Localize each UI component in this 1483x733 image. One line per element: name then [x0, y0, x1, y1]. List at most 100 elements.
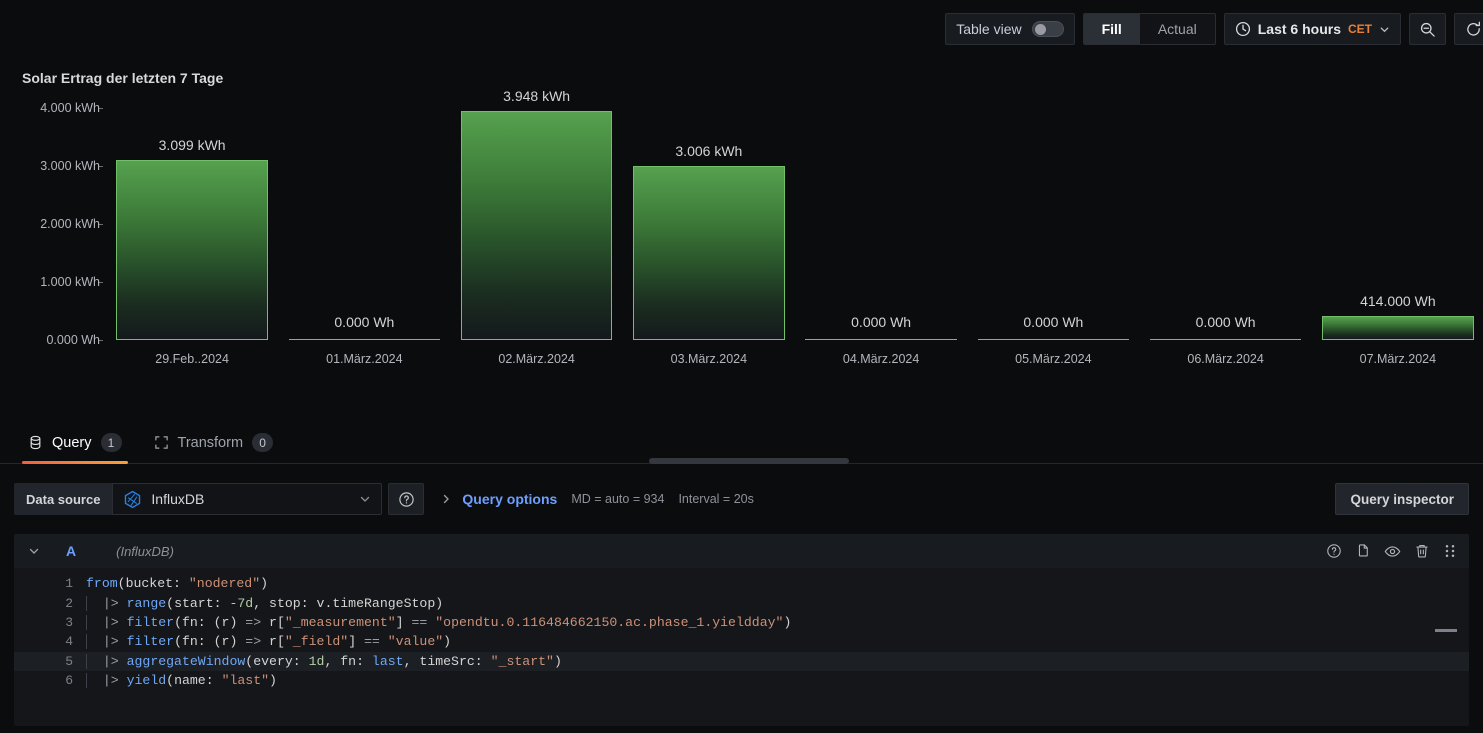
code-text: |> range(start: -7d, stop: v.timeRangeSt… [86, 595, 443, 611]
bar-value-label: 414.000 Wh [1360, 293, 1436, 309]
y-axis-tick-label: 1.000 kWh [40, 275, 100, 289]
query-row-actions [1326, 543, 1457, 560]
query-options[interactable]: Query options MD = auto = 934 Interval =… [440, 483, 1335, 515]
code-line[interactable]: 4 |> filter(fn: (r) => r["_field"] == "v… [14, 632, 1469, 651]
eye-icon[interactable] [1384, 543, 1401, 560]
bar-value-label: 0.000 Wh [1023, 314, 1084, 330]
bar[interactable] [460, 111, 613, 340]
y-axis-tick-label: 4.000 kWh [40, 101, 100, 115]
tab-query-label: Query [52, 434, 92, 451]
x-axis-tick-label: 02.März.2024 [498, 352, 575, 366]
clock-icon [1235, 21, 1251, 37]
query-row-header: A (InfluxDB) [14, 534, 1469, 568]
chart-horizontal-scrollbar[interactable] [649, 458, 849, 464]
zoom-out-icon [1419, 21, 1436, 38]
flux-code-editor[interactable]: 1 from(bucket: "nodered") 2 |> range(start… [14, 568, 1469, 726]
query-ref-id[interactable]: A [66, 543, 76, 559]
x-axis-tick-label: 29.Feb..2024 [155, 352, 229, 366]
code-text: |> filter(fn: (r) => r["_field"] == "val… [86, 634, 451, 650]
data-source-label: Data source [14, 483, 113, 515]
bar-group[interactable]: 3.099 kWh 29.Feb..2024 [116, 88, 268, 388]
bar[interactable] [116, 160, 268, 340]
x-axis-tick-label: 04.März.2024 [842, 352, 920, 366]
bar-group[interactable]: 0.000 Wh 06.März.2024 [1149, 88, 1302, 388]
line-number: 6 [65, 673, 73, 689]
query-inspector-button[interactable]: Query inspector [1335, 483, 1469, 515]
data-source-help-button[interactable] [388, 483, 425, 515]
x-axis-tick-label: 06.März.2024 [1187, 352, 1264, 366]
copy-icon[interactable] [1355, 543, 1371, 559]
bar-value-label: 0.000 Wh [334, 314, 395, 330]
actual-option[interactable]: Actual [1140, 14, 1215, 44]
tab-query[interactable]: Query 1 [14, 433, 136, 464]
visualization-panel: Solar Ertrag der letzten 7 Tage 0.000 Wh… [0, 58, 1483, 464]
panel-toolbar: Table view Fill Actual Last 6 hours CET [0, 0, 1483, 58]
time-range-picker[interactable]: Last 6 hours CET [1223, 13, 1401, 45]
code-text: |> aggregateWindow(every: 1d, fn: last, … [86, 653, 562, 669]
y-axis-tick-label: 3.000 kWh [40, 159, 100, 173]
fill-option[interactable]: Fill [1083, 14, 1140, 44]
bar-group[interactable]: 414.000 Wh 07.März.2024 [1322, 88, 1474, 388]
zoom-out-button[interactable] [1409, 13, 1446, 45]
panel-title: Solar Ertrag der letzten 7 Tage [22, 70, 224, 86]
code-line[interactable]: 2 |> range(start: -7d, stop: v.timeRange… [14, 593, 1469, 612]
code-text: |> yield(name: "last") [86, 673, 277, 689]
code-text: from(bucket: "nodered") [86, 576, 269, 592]
bar-group[interactable]: 3.948 kWh 02.März.2024 [460, 88, 613, 388]
line-number: 2 [65, 595, 73, 611]
tab-transform-label: Transform [177, 434, 244, 451]
bar-group[interactable]: 0.000 Wh 04.März.2024 [805, 88, 957, 388]
bar[interactable] [288, 339, 441, 340]
y-axis-tick-label: 0.000 Wh [46, 333, 100, 347]
timezone-label: CET [1348, 22, 1372, 36]
bar-group[interactable]: 0.000 Wh 05.März.2024 [977, 88, 1130, 388]
help-circle-icon [398, 491, 415, 508]
table-view-toggle-group[interactable]: Table view [945, 13, 1075, 45]
query-editor: A (InfluxDB) 1 from(bucket: "nodered") 2… [14, 534, 1469, 726]
fill-actual-segmented-control[interactable]: Fill Actual [1082, 13, 1216, 45]
query-datasource-note: (InfluxDB) [116, 543, 174, 559]
bar-chart[interactable]: 0.000 Wh 1.000 kWh 2.000 kWh 3.000 kWh 4.000… [14, 88, 1474, 388]
code-line[interactable]: 3 |> filter(fn: (r) => r["_measurement"]… [14, 613, 1469, 632]
bar-value-label: 0.000 Wh [1195, 314, 1256, 330]
code-line[interactable]: 1 from(bucket: "nodered") [14, 574, 1469, 593]
bar[interactable] [633, 165, 785, 340]
bar[interactable] [805, 339, 957, 340]
x-axis-tick-label: 01.März.2024 [326, 352, 403, 366]
line-number: 3 [65, 614, 73, 630]
chevron-down-icon[interactable] [28, 545, 40, 557]
help-circle-icon[interactable] [1326, 543, 1342, 559]
chevron-down-icon [359, 493, 371, 505]
code-line[interactable]: 6 |> yield(name: "last") [14, 671, 1469, 690]
drag-handle-icon[interactable] [1443, 543, 1457, 559]
plot-area: 3.099 kWh 29.Feb..2024 0.000 Wh 01.März.202… [106, 88, 1474, 388]
line-number: 5 [65, 653, 73, 669]
time-range-label: Last 6 hours [1257, 21, 1341, 37]
chevron-down-icon [1379, 24, 1390, 35]
interval-text: Interval = 20s [678, 492, 754, 506]
code-line[interactable]: 5 |> aggregateWindow(every: 1d, fn: last… [14, 651, 1469, 671]
x-axis-tick-label: 03.März.2024 [670, 352, 748, 366]
bar-value-label: 3.099 kWh [158, 137, 226, 154]
chevron-right-icon[interactable] [440, 493, 452, 505]
table-view-label: Table view [956, 21, 1022, 37]
refresh-button[interactable] [1454, 13, 1483, 45]
tab-transform[interactable]: Transform 0 [140, 433, 288, 463]
table-view-switch[interactable] [1031, 21, 1064, 37]
code-text: |> filter(fn: (r) => r["_measurement"] =… [86, 614, 791, 630]
query-options-label[interactable]: Query options [462, 491, 557, 507]
max-data-points-text: MD = auto = 934 [571, 492, 665, 506]
bar-value-label: 0.000 Wh [851, 314, 912, 330]
bar[interactable] [977, 339, 1130, 340]
bar[interactable] [1149, 339, 1302, 340]
bar[interactable] [1322, 316, 1474, 340]
x-axis-tick-label: 07.März.2024 [1359, 352, 1437, 366]
bar-group[interactable]: 0.000 Wh 01.März.2024 [288, 88, 441, 388]
refresh-icon [1465, 21, 1482, 38]
bar-group[interactable]: 3.006 kWh 03.März.2024 [633, 88, 785, 388]
bar-value-label: 3.948 kWh [503, 88, 571, 105]
database-icon [28, 435, 43, 450]
trash-icon[interactable] [1414, 543, 1430, 559]
y-axis-tick-label: 2.000 kWh [40, 217, 100, 231]
data-source-select[interactable]: InfluxDB [112, 483, 383, 515]
